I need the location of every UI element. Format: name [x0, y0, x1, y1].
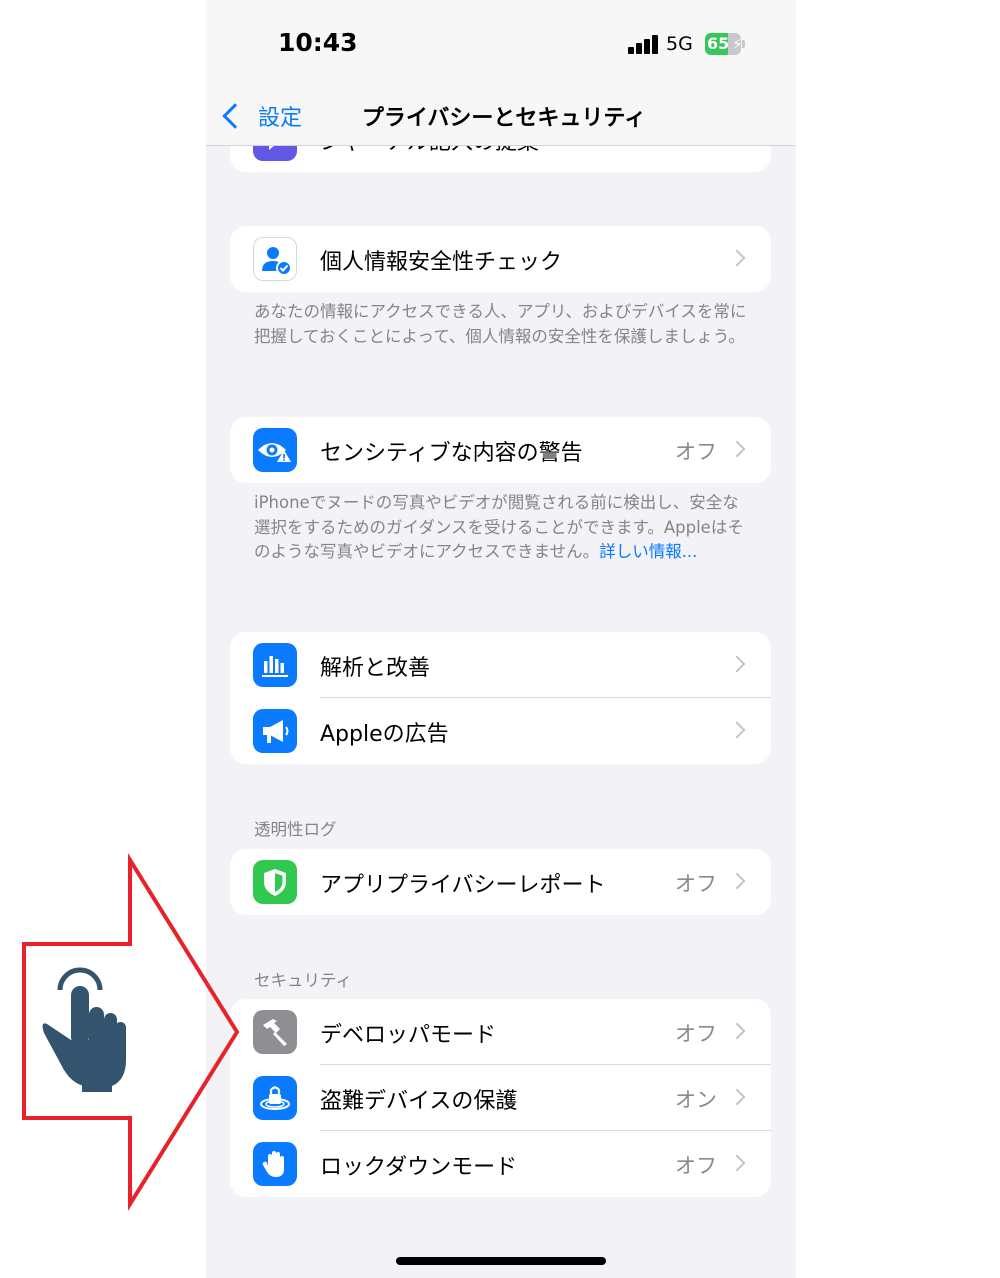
- row-value: オン: [675, 1088, 717, 1112]
- analytics-row[interactable]: 解析と改善: [230, 632, 771, 698]
- apple-ads-row[interactable]: Appleの広告: [230, 698, 771, 764]
- security-section-header: セキュリティ: [254, 971, 353, 990]
- sensitive-content-row[interactable]: センシティブな内容の警告 オフ: [230, 417, 771, 483]
- row-value: オフ: [675, 1154, 717, 1178]
- chevron-right-icon: [728, 1022, 746, 1040]
- row-value: オフ: [675, 872, 717, 896]
- learn-more-link[interactable]: 詳しい情報...: [599, 542, 697, 561]
- chevron-right-icon: [728, 655, 746, 673]
- battery-level: 65: [707, 34, 730, 53]
- eye-warning-icon: [253, 428, 297, 472]
- safety-check-card: 個人情報安全性チェック: [230, 226, 771, 292]
- row-label: デベロッパモード: [320, 1023, 497, 1048]
- signal-icon: [628, 34, 660, 54]
- raised-hand-icon: [253, 1142, 297, 1186]
- status-time: 10:43: [278, 28, 358, 57]
- page-title: プライバシーとセキュリティ: [361, 106, 647, 131]
- chevron-right-icon: [728, 872, 746, 890]
- developer-mode-row[interactable]: デベロッパモード オフ: [230, 999, 771, 1065]
- analytics-ads-card: 解析と改善 Appleの広告: [230, 632, 771, 764]
- row-label: アプリプライバシーレポート: [320, 873, 606, 898]
- chevron-right-icon: [728, 721, 746, 739]
- row-value: オフ: [675, 1022, 717, 1046]
- home-indicator: [396, 1257, 606, 1265]
- row-label: ロックダウンモード: [320, 1155, 518, 1180]
- lock-shield-icon: [253, 1076, 297, 1120]
- row-label: Appleの広告: [320, 722, 449, 747]
- bar-chart-icon: [253, 643, 297, 687]
- sensitive-content-footer: iPhoneでヌードの写真やビデオが閲覧される前に検出し、安全な選択をするための…: [254, 491, 754, 565]
- security-card: デベロッパモード オフ 盗難デバイスの保護 オン ロックダウンモード オフ: [230, 999, 771, 1197]
- safety-check-footer: あなたの情報にアクセスできる人、アプリ、およびデバイスを常に把握しておくことによ…: [254, 302, 747, 346]
- app-privacy-report-row[interactable]: アプリプライバシーレポート オフ: [230, 849, 771, 915]
- transparency-card: アプリプライバシーレポート オフ: [230, 849, 771, 915]
- megaphone-icon: [253, 709, 297, 753]
- chevron-right-icon: [728, 249, 746, 267]
- transparency-section-header: 透明性ログ: [254, 820, 337, 839]
- row-label: センシティブな内容の警告: [320, 441, 583, 466]
- safety-check-row[interactable]: 個人情報安全性チェック: [230, 226, 771, 292]
- chevron-right-icon: [728, 1154, 746, 1172]
- row-label: 盗難デバイスの保護: [320, 1089, 518, 1114]
- network-type: 5G: [666, 33, 693, 55]
- shield-icon: [253, 860, 297, 904]
- stolen-device-protection-row[interactable]: 盗難デバイスの保護 オン: [230, 1065, 771, 1131]
- status-bar: 10:43 5G 65 ⚡: [206, 0, 796, 90]
- person-shield-icon: [253, 237, 297, 281]
- row-label: 個人情報安全性チェック: [320, 250, 563, 275]
- hammer-icon: [253, 1010, 297, 1054]
- row-label: 解析と改善: [320, 656, 431, 681]
- phone-screen: 10:43 5G 65 ⚡ 設定 プライバシーとセキュリティ ジャーナル記入の提…: [206, 0, 796, 1278]
- sensitive-content-card: センシティブな内容の警告 オフ: [230, 417, 771, 483]
- chevron-right-icon: [728, 1088, 746, 1106]
- navigation-bar: 設定 プライバシーとセキュリティ: [206, 90, 796, 146]
- battery-icon: 65 ⚡: [705, 33, 745, 55]
- chevron-right-icon: [728, 440, 746, 458]
- lockdown-mode-row[interactable]: ロックダウンモード オフ: [230, 1131, 771, 1197]
- row-value: オフ: [675, 440, 717, 464]
- tap-hand-icon: [42, 967, 126, 1092]
